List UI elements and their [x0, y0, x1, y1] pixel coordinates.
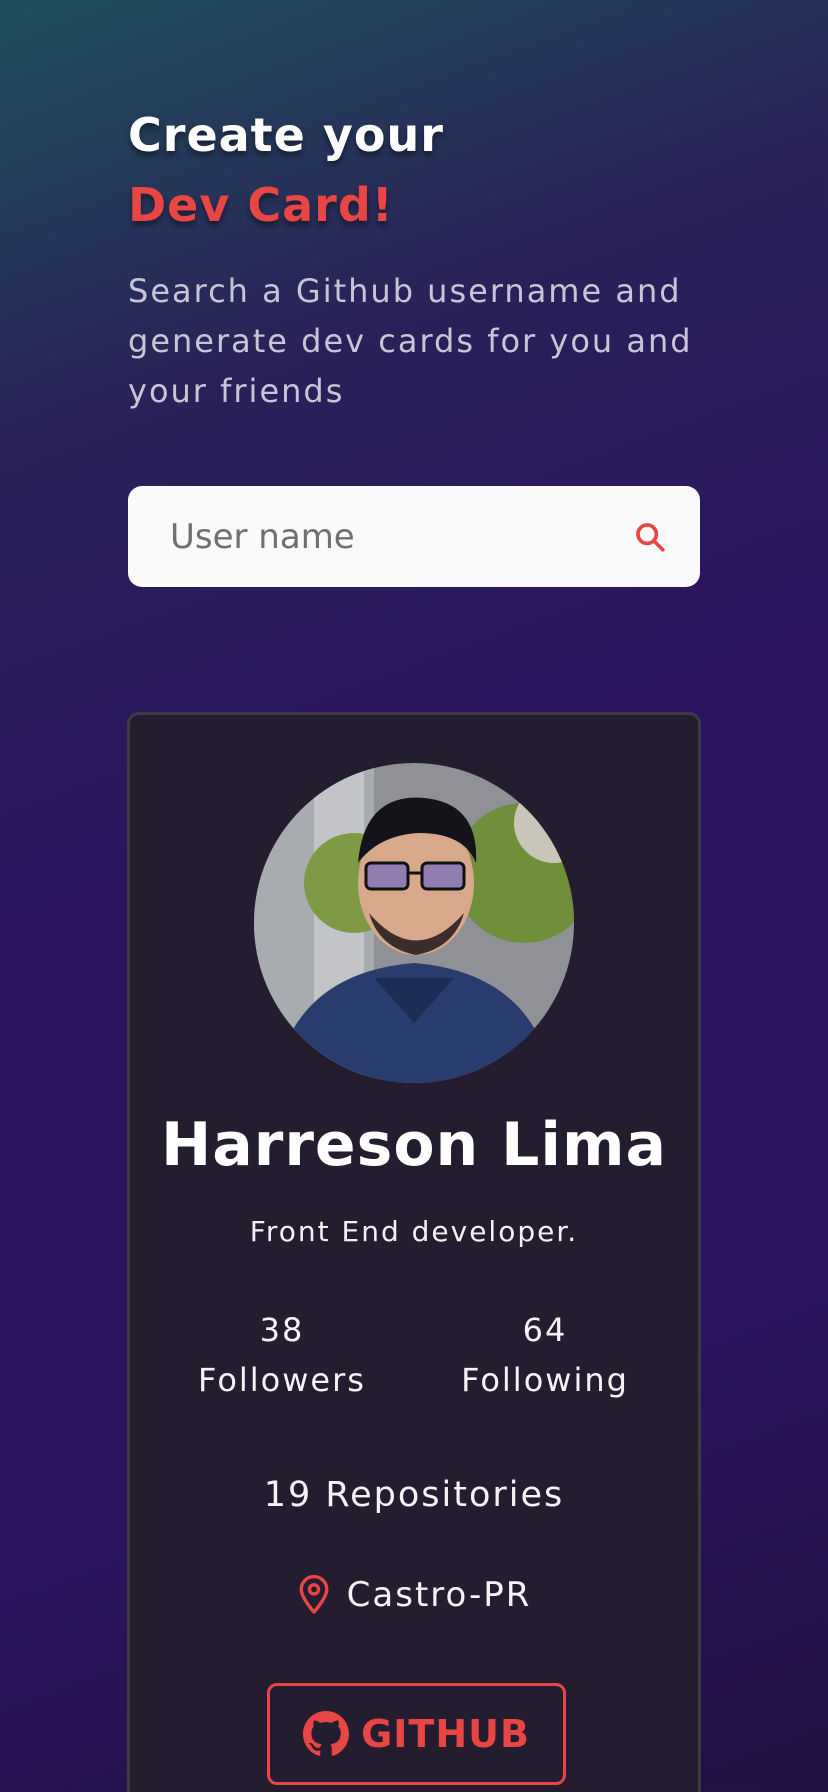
following-stat: 64 Following — [445, 1305, 645, 1405]
map-pin-icon — [299, 1575, 329, 1614]
github-button[interactable]: GITHUB — [267, 1683, 566, 1785]
search-button[interactable] — [630, 517, 670, 557]
followers-count: 38 — [259, 1311, 305, 1349]
location: Castro-PR — [130, 1575, 698, 1615]
location-text: Castro-PR — [346, 1575, 532, 1615]
username-search-input[interactable] — [170, 516, 630, 557]
page-title-line2: Dev Card! — [128, 178, 394, 232]
following-label: Following — [461, 1361, 629, 1399]
avatar — [254, 763, 574, 1083]
dev-card: Harreson Lima Front End developer. 38 Fo… — [127, 712, 701, 1792]
hero-section: Create your Dev Card! Search a Github us… — [128, 100, 708, 416]
search-icon — [636, 522, 665, 552]
avatar-photo — [254, 763, 574, 1083]
github-icon — [303, 1711, 350, 1756]
repositories-count: 19 Repositories — [263, 1475, 565, 1515]
github-button-label: GITHUB — [361, 1712, 530, 1756]
page-subtitle: Search a Github username and generate de… — [128, 272, 693, 410]
developer-name: Harreson Lima — [161, 1110, 667, 1180]
search-bar — [128, 486, 700, 587]
followers-label: Followers — [198, 1361, 366, 1399]
developer-bio: Front End developer. — [249, 1215, 579, 1248]
page-title-line1: Create your — [128, 108, 444, 162]
followers-stat: 38 Followers — [182, 1305, 382, 1405]
following-count: 64 — [522, 1311, 568, 1349]
